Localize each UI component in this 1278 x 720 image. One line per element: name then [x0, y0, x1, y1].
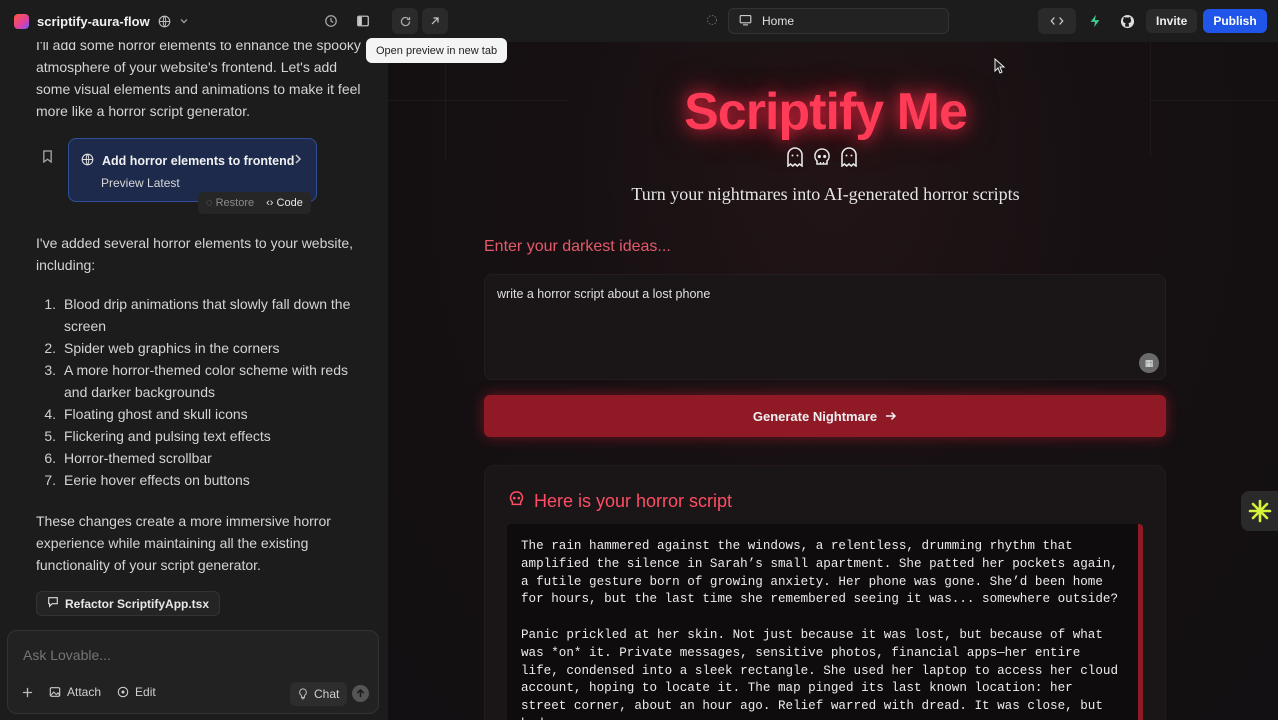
- image-icon: [49, 687, 61, 697]
- history-icon[interactable]: [318, 8, 344, 34]
- list-number: 1.: [44, 296, 56, 312]
- code-label: Code: [276, 197, 303, 209]
- list-item: 6. Horror-themed scrollbar: [36, 447, 371, 469]
- prompt-textarea[interactable]: write a horror script about a lost phone: [484, 274, 1166, 380]
- assistant-message-closing: These changes create a more immersive ho…: [36, 513, 331, 573]
- invite-button[interactable]: Invite: [1146, 9, 1198, 33]
- script-paragraph: Panic prickled at her skin. Not just bec…: [521, 627, 1119, 720]
- skull-icon: [813, 147, 831, 172]
- chat-panel: I'll add some horror elements to enhance…: [0, 42, 388, 720]
- route-selector[interactable]: Home: [728, 8, 949, 34]
- version-actions: ◌ Restore ‹› Code: [198, 192, 311, 214]
- prompt-value: write a horror script about a lost phone: [497, 287, 711, 301]
- list-item: 7. Eerie hover effects on buttons: [36, 469, 371, 491]
- assistant-message-intro: I'll add some horror elements to enhance…: [36, 42, 361, 119]
- restore-button[interactable]: ◌ Restore: [206, 197, 254, 209]
- list-number: 6.: [44, 450, 56, 466]
- list-number: 5.: [44, 428, 56, 444]
- arrow-right-icon: [886, 411, 897, 421]
- grammar-badge-icon[interactable]: ▦: [1139, 353, 1159, 373]
- refactor-label: Refactor ScriptifyApp.tsx: [65, 596, 210, 611]
- chat-mode-label: Chat: [314, 687, 340, 701]
- tooltip: Open preview in new tab: [366, 38, 508, 63]
- list-number: 3.: [44, 362, 56, 378]
- chat-bubble-icon: [47, 596, 59, 611]
- script-paragraph: The rain hammered against the windows, a…: [521, 539, 1126, 607]
- preview-tools: [392, 8, 448, 34]
- generate-nightmare-button[interactable]: Generate Nightmare: [484, 395, 1166, 437]
- list-text: Blood drip animations that slowly fall d…: [64, 296, 351, 334]
- globe-icon: [158, 15, 171, 28]
- chat-tools: [318, 8, 376, 34]
- project-name: scriptify-aura-flow: [37, 13, 150, 29]
- preview-frame: Scriptify Me Turn your nightmares into A…: [388, 42, 1278, 720]
- route-label: Home: [762, 14, 795, 28]
- project-switcher[interactable]: scriptify-aura-flow: [0, 13, 320, 29]
- restore-label: Restore: [215, 197, 255, 209]
- sparkle-widget-icon[interactable]: [1241, 491, 1278, 531]
- ghost-icon: [840, 147, 858, 172]
- changes-list: 1. Blood drip animations that slowly fall…: [36, 293, 371, 491]
- list-number: 4.: [44, 406, 56, 422]
- generate-label: Generate Nightmare: [752, 408, 878, 424]
- lightbulb-icon: [299, 688, 307, 700]
- list-text: Spider web graphics in the corners: [64, 340, 280, 356]
- lovable-logo: [14, 13, 29, 29]
- chevron-down-icon[interactable]: [179, 16, 189, 26]
- code-view-icon[interactable]: [1038, 8, 1076, 34]
- github-icon[interactable]: [1114, 8, 1140, 34]
- ghost-icon: [786, 147, 804, 172]
- result-title: Here is your horror script: [534, 490, 733, 511]
- visual-edit-icon[interactable]: [706, 14, 718, 29]
- edit-label: Edit: [135, 685, 156, 699]
- ideas-label: Enter your darkest ideas...: [484, 238, 671, 255]
- publish-button[interactable]: Publish: [1203, 9, 1267, 33]
- list-item: 3. A more horror-themed color scheme with…: [36, 359, 371, 403]
- ask-input[interactable]: [23, 647, 323, 663]
- arrow-up-icon: [356, 689, 365, 698]
- assistant-message-summary: I've added several horror elements to yo…: [36, 235, 354, 273]
- header-actions: Invite Publish: [1038, 8, 1267, 34]
- list-number: 2.: [44, 340, 56, 356]
- tagline: Turn your nightmares into AI-generated h…: [631, 184, 1020, 204]
- list-item: 5. Flickering and pulsing text effects: [36, 425, 371, 447]
- preview-latest-link[interactable]: Preview Latest: [101, 176, 180, 190]
- list-item: 4. Floating ghost and skull icons: [36, 403, 371, 425]
- list-item: 2. Spider web graphics in the corners: [36, 337, 371, 359]
- hero-title: Scriptify Me: [684, 83, 968, 141]
- add-button[interactable]: [22, 687, 33, 698]
- version-card-title: Add horror elements to frontend: [102, 154, 295, 168]
- script-output: The rain hammered against the windows, a…: [507, 524, 1143, 720]
- result-card: Here is your horror script The rain hamm…: [484, 465, 1166, 720]
- list-number: 7.: [44, 472, 56, 488]
- refactor-suggestion-button[interactable]: Refactor ScriptifyApp.tsx: [36, 591, 221, 616]
- chevron-right-icon: [294, 151, 302, 167]
- list-item: 1. Blood drip animations that slowly fall…: [36, 293, 371, 337]
- list-text: A more horror-themed color scheme with r…: [64, 362, 348, 400]
- open-new-tab-icon[interactable]: [422, 8, 448, 34]
- list-text: Eerie hover effects on buttons: [64, 472, 250, 488]
- sidebar-toggle-icon[interactable]: [350, 8, 376, 34]
- edit-icon: [117, 686, 129, 698]
- mouse-cursor-icon: [994, 57, 1006, 74]
- globe-icon: [81, 153, 94, 169]
- monitor-icon: [739, 14, 752, 29]
- list-text: Floating ghost and skull icons: [64, 406, 248, 422]
- floating-icons: [786, 147, 858, 172]
- code-button[interactable]: ‹› Code: [266, 197, 303, 209]
- list-text: Horror-themed scrollbar: [64, 450, 212, 466]
- edit-button[interactable]: Edit: [117, 685, 156, 699]
- attach-label: Attach: [67, 685, 102, 699]
- list-text: Flickering and pulsing text effects: [64, 428, 271, 444]
- send-button[interactable]: [352, 685, 369, 702]
- skull-icon: [509, 490, 524, 512]
- supabase-icon[interactable]: [1082, 8, 1108, 34]
- chat-mode-button[interactable]: Chat: [290, 682, 348, 706]
- bookmark-icon[interactable]: [42, 150, 53, 166]
- refresh-icon[interactable]: [392, 8, 418, 34]
- composer: Attach Edit Chat: [7, 630, 379, 714]
- attach-button[interactable]: Attach: [49, 685, 101, 699]
